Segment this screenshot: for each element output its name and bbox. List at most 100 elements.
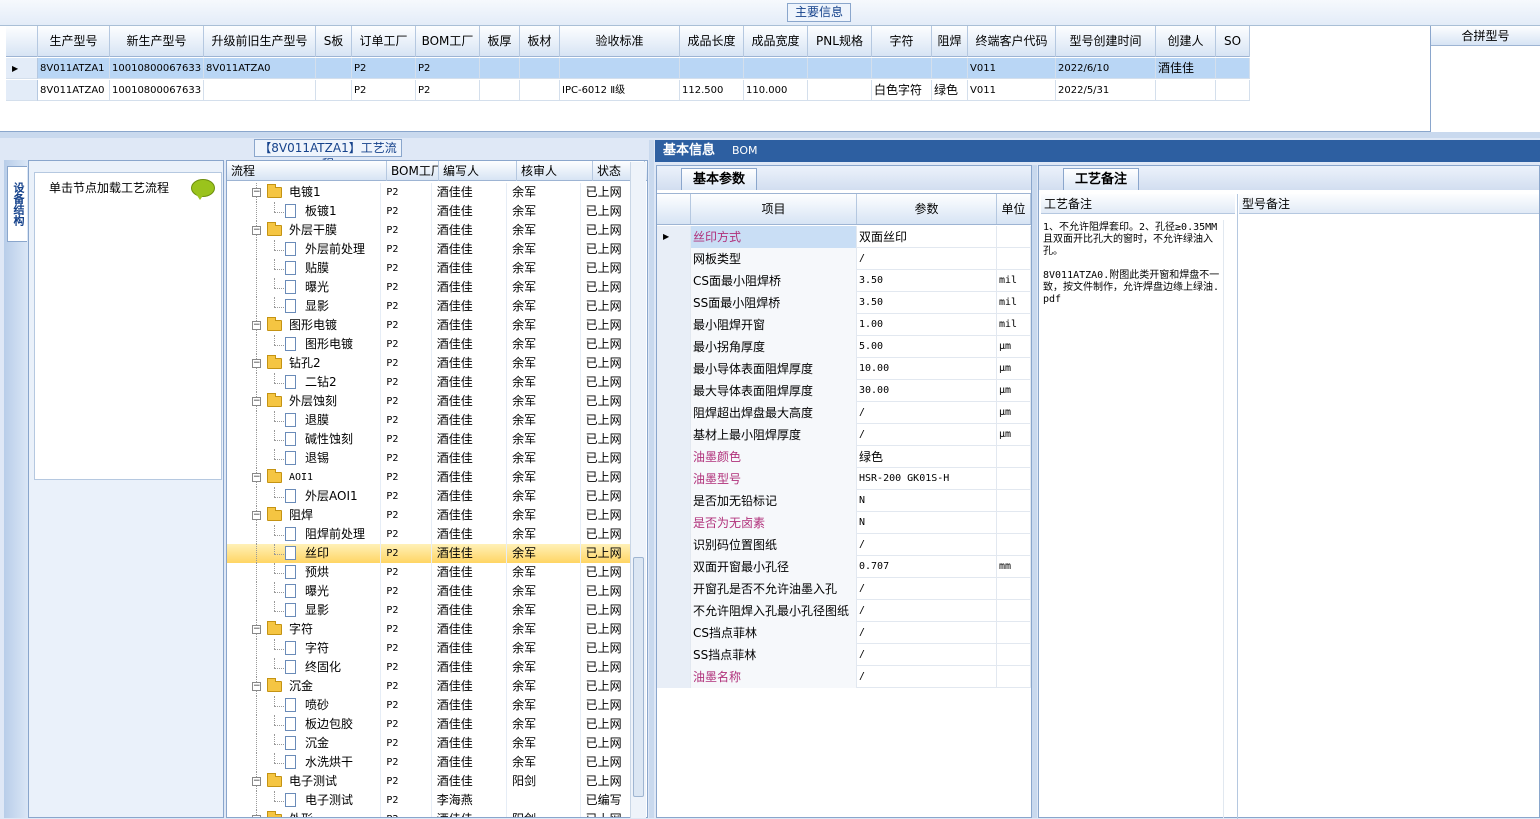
bom-factory-cell[interactable]: P2 bbox=[381, 772, 432, 791]
param-value[interactable]: 1.00 bbox=[857, 314, 997, 336]
writer-cell[interactable]: 酒佳佳 bbox=[432, 715, 508, 734]
bom-factory-cell[interactable]: P2 bbox=[381, 259, 432, 278]
tree-node[interactable]: − 外层蚀刻 bbox=[227, 392, 382, 411]
status-cell[interactable]: 已上网 bbox=[581, 772, 631, 791]
writer-cell[interactable]: 酒佳佳 bbox=[432, 354, 508, 373]
row-indicator[interactable] bbox=[657, 666, 691, 688]
tree-node[interactable]: 曝光 bbox=[227, 278, 382, 297]
collapse-icon[interactable]: − bbox=[252, 188, 261, 197]
writer-cell[interactable]: 酒佳佳 bbox=[432, 677, 508, 696]
table-row[interactable]: ▶ 8V011ATZA1 10010800067633 8V011ATZA0 P2 P2 V… bbox=[6, 58, 1250, 79]
row-indicator[interactable] bbox=[6, 80, 38, 101]
tree-row[interactable]: 字符 P2 酒佳佳 余军 已上网 bbox=[227, 639, 631, 658]
writer-cell[interactable]: 酒佳佳 bbox=[432, 221, 508, 240]
param-row[interactable]: ▶ 丝印方式 双面丝印 bbox=[657, 226, 1031, 248]
tree-node[interactable]: 水洗烘干 bbox=[227, 753, 382, 772]
reviewer-cell[interactable]: 余军 bbox=[507, 658, 581, 677]
reviewer-cell[interactable]: 余军 bbox=[507, 734, 581, 753]
status-cell[interactable]: 已上网 bbox=[581, 449, 631, 468]
table-cell[interactable]: 绿色 bbox=[932, 80, 968, 101]
table-cell[interactable]: P2 bbox=[416, 80, 480, 101]
bom-factory-cell[interactable]: P2 bbox=[381, 715, 432, 734]
row-indicator[interactable] bbox=[657, 556, 691, 578]
reviewer-cell[interactable]: 余军 bbox=[507, 544, 581, 563]
bom-factory-cell[interactable]: P2 bbox=[381, 791, 432, 810]
bom-factory-cell[interactable]: P2 bbox=[381, 278, 432, 297]
status-cell[interactable]: 已上网 bbox=[581, 563, 631, 582]
tree-row[interactable]: − AOI1 P2 酒佳佳 余军 已上网 bbox=[227, 468, 631, 487]
column-header[interactable]: 成品长度 bbox=[680, 26, 744, 57]
bom-factory-cell[interactable]: P2 bbox=[381, 639, 432, 658]
tree-node[interactable]: 板边包胶 bbox=[227, 715, 382, 734]
table-cell[interactable]: 白色字符 bbox=[872, 80, 932, 101]
tree-row[interactable]: 丝印 P2 酒佳佳 余军 已上网 bbox=[227, 544, 631, 563]
writer-cell[interactable]: 酒佳佳 bbox=[432, 278, 508, 297]
column-header[interactable]: PNL规格 bbox=[808, 26, 872, 57]
status-cell[interactable]: 已上网 bbox=[581, 373, 631, 392]
param-value[interactable]: 30.00 bbox=[857, 380, 997, 402]
collapse-icon[interactable]: − bbox=[252, 777, 261, 786]
bom-factory-cell[interactable]: P2 bbox=[381, 582, 432, 601]
table-cell[interactable]: V011 bbox=[968, 80, 1056, 101]
param-row[interactable]: SS面最小阻焊桥 3.50 mil bbox=[657, 292, 1031, 314]
column-header[interactable]: 终端客户代码 bbox=[968, 26, 1056, 57]
tree-node[interactable]: − 沉金 bbox=[227, 677, 382, 696]
status-cell[interactable]: 已上网 bbox=[581, 240, 631, 259]
tree-row[interactable]: −外形P2酒佳佳阳剑已上网 bbox=[227, 810, 631, 817]
status-cell[interactable]: 已上网 bbox=[581, 430, 631, 449]
row-indicator[interactable] bbox=[657, 490, 691, 512]
params-column-header[interactable]: 参数 bbox=[857, 194, 997, 224]
tab-basic-params[interactable]: 基本参数 bbox=[681, 168, 757, 190]
reviewer-cell[interactable]: 余军 bbox=[507, 620, 581, 639]
row-indicator[interactable] bbox=[657, 600, 691, 622]
writer-cell[interactable]: 酒佳佳 bbox=[432, 411, 508, 430]
table-row[interactable]: 8V011ATZA0 10010800067633 P2 P2 IPC-6012 Ⅱ级 1… bbox=[6, 80, 1250, 101]
bom-factory-cell[interactable]: P2 bbox=[381, 468, 432, 487]
reviewer-cell[interactable] bbox=[507, 791, 581, 810]
status-cell[interactable]: 已上网 bbox=[581, 677, 631, 696]
writer-cell[interactable]: 酒佳佳 bbox=[432, 696, 508, 715]
tree-node[interactable]: − AOI1 bbox=[227, 468, 382, 487]
writer-cell[interactable]: 酒佳佳 bbox=[432, 658, 508, 677]
status-cell[interactable]: 已上网 bbox=[581, 753, 631, 772]
status-cell[interactable]: 已上网 bbox=[581, 468, 631, 487]
collapse-icon[interactable]: − bbox=[252, 359, 261, 368]
tree-row[interactable]: 终固化 P2 酒佳佳 余军 已上网 bbox=[227, 658, 631, 677]
bom-factory-cell[interactable]: P2 bbox=[381, 316, 432, 335]
param-value[interactable]: 双面丝印 bbox=[857, 226, 997, 248]
param-row[interactable]: 网板类型 / bbox=[657, 248, 1031, 270]
param-value[interactable]: / bbox=[857, 644, 997, 666]
reviewer-cell[interactable]: 余军 bbox=[507, 354, 581, 373]
writer-cell[interactable]: 酒佳佳 bbox=[432, 601, 508, 620]
status-cell[interactable]: 已上网 bbox=[581, 810, 631, 817]
row-indicator[interactable]: ▶ bbox=[657, 226, 691, 248]
collapse-icon[interactable]: − bbox=[252, 625, 261, 634]
column-header[interactable]: 验收标准 bbox=[560, 26, 680, 57]
table-cell[interactable] bbox=[316, 80, 352, 101]
column-header[interactable]: 字符 bbox=[872, 26, 932, 57]
tree-node[interactable]: 沉金 bbox=[227, 734, 382, 753]
writer-cell[interactable]: 酒佳佳 bbox=[432, 753, 508, 772]
tree-row[interactable]: − 外层干膜 P2 酒佳佳 余军 已上网 bbox=[227, 221, 631, 240]
params-column-header[interactable]: 单位 bbox=[997, 194, 1031, 224]
param-row[interactable]: 基材上最小阻焊厚度 / μm bbox=[657, 424, 1031, 446]
status-cell[interactable]: 已上网 bbox=[581, 202, 631, 221]
status-cell[interactable]: 已上网 bbox=[581, 411, 631, 430]
row-indicator[interactable] bbox=[657, 424, 691, 446]
bom-factory-cell[interactable]: P2 bbox=[381, 240, 432, 259]
tree-row[interactable]: − 钻孔2 P2 酒佳佳 余军 已上网 bbox=[227, 354, 631, 373]
param-row[interactable]: 油墨颜色 绿色 bbox=[657, 446, 1031, 468]
tree-node[interactable]: 喷砂 bbox=[227, 696, 382, 715]
writer-cell[interactable]: 酒佳佳 bbox=[432, 183, 508, 202]
table-cell[interactable]: 8V011ATZA0 bbox=[38, 80, 110, 101]
status-cell[interactable]: 已上网 bbox=[581, 582, 631, 601]
table-cell[interactable] bbox=[316, 58, 352, 79]
collapse-icon[interactable]: − bbox=[252, 321, 261, 330]
column-header[interactable]: SO bbox=[1216, 26, 1250, 57]
tree-node[interactable]: −外形 bbox=[227, 810, 382, 817]
param-row[interactable]: 识别码位置图纸 / bbox=[657, 534, 1031, 556]
table-cell[interactable] bbox=[872, 58, 932, 79]
table-cell[interactable] bbox=[744, 58, 808, 79]
writer-cell[interactable]: 酒佳佳 bbox=[432, 563, 508, 582]
writer-cell[interactable]: 酒佳佳 bbox=[432, 582, 508, 601]
